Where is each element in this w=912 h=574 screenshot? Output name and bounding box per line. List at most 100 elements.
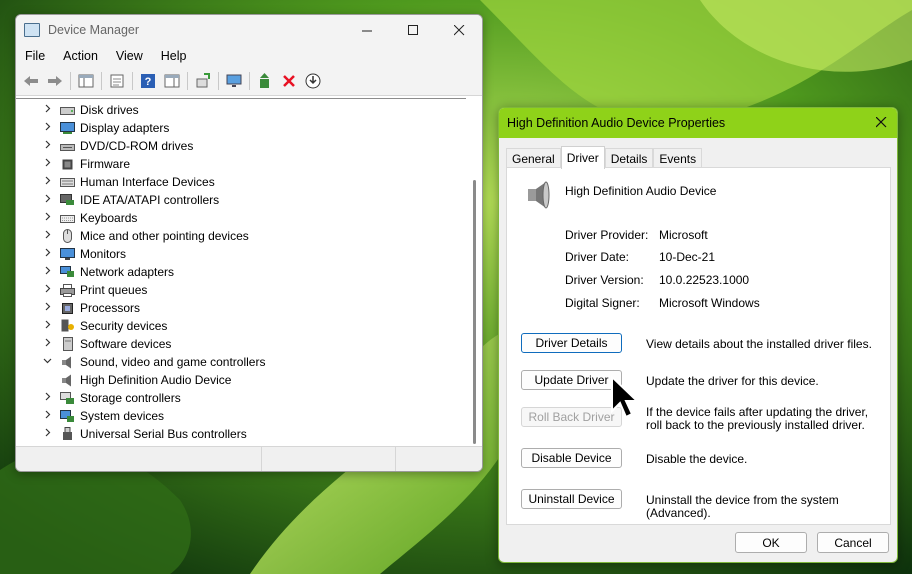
device-label: Network adapters: [80, 265, 175, 279]
device-label: Sound, video and game controllers: [80, 355, 266, 369]
vertical-scrollbar[interactable]: [466, 98, 482, 446]
maximize-icon[interactable]: [390, 15, 436, 45]
device-category[interactable]: Keyboards: [16, 209, 466, 227]
update-driver-icon[interactable]: [255, 71, 275, 91]
dialog-close-icon[interactable]: [875, 115, 887, 132]
device-category[interactable]: Human Interface Devices: [16, 173, 466, 191]
device-category[interactable]: Firmware: [16, 155, 466, 173]
chevron-right-icon[interactable]: [38, 104, 56, 116]
cancel-button[interactable]: Cancel: [817, 532, 889, 553]
roll-back-driver-button[interactable]: Roll Back Driver: [521, 407, 622, 427]
tab-general[interactable]: General: [506, 148, 561, 169]
chevron-right-icon[interactable]: [38, 230, 56, 242]
driver-details-description: View details about the installed driver …: [646, 337, 872, 351]
device-category[interactable]: Processors: [16, 299, 466, 317]
device-item[interactable]: High Definition Audio Device: [16, 371, 466, 389]
driver-details-button[interactable]: Driver Details: [521, 333, 622, 353]
chevron-right-icon[interactable]: [38, 248, 56, 260]
chevron-right-icon[interactable]: [38, 266, 56, 278]
device-category[interactable]: IDE ATA/ATAPI controllers: [16, 191, 466, 209]
display-adapter-icon: [60, 122, 75, 134]
delete-icon[interactable]: [279, 71, 299, 91]
device-label: Display adapters: [80, 121, 170, 135]
toolbar: ?: [16, 67, 482, 96]
status-bar: [16, 446, 482, 471]
device-category[interactable]: Software devices: [16, 335, 466, 353]
scrollbar-thumb[interactable]: [473, 180, 476, 444]
tab-driver[interactable]: Driver: [560, 146, 605, 169]
chevron-right-icon[interactable]: [38, 428, 56, 440]
properties-icon[interactable]: [107, 71, 127, 91]
system-device-icon: [60, 409, 75, 422]
device-label: Universal Serial Bus controllers: [80, 427, 247, 441]
roll-back-driver-description: If the device fails after updating the d…: [646, 405, 869, 432]
device-category[interactable]: DVD/CD-ROM drives: [16, 137, 466, 155]
device-label: Security devices: [80, 319, 168, 333]
chevron-right-icon[interactable]: [38, 194, 56, 206]
download-icon[interactable]: [303, 71, 323, 91]
chevron-right-icon[interactable]: [38, 338, 56, 350]
disable-device-button[interactable]: Disable Device: [521, 448, 622, 468]
firmware-icon: [60, 158, 75, 170]
driver-version-value: 10.0.22523.1000: [659, 273, 750, 287]
chevron-right-icon[interactable]: [38, 284, 56, 296]
dialog-title: High Definition Audio Device Properties: [507, 116, 726, 130]
device-label: Software devices: [80, 337, 172, 351]
menu-view[interactable]: View: [107, 49, 152, 63]
printer-icon: [60, 283, 75, 297]
uninstall-device-description: Uninstall the device from the system (Ad…: [646, 493, 839, 520]
action-pane-icon[interactable]: [162, 71, 182, 91]
software-device-icon: [60, 337, 75, 351]
dialog-titlebar[interactable]: High Definition Audio Device Properties: [499, 108, 897, 138]
device-category[interactable]: Mice and other pointing devices: [16, 227, 466, 245]
menu-help[interactable]: Help: [152, 49, 196, 63]
device-category[interactable]: Sound, video and game controllers: [16, 353, 466, 371]
chevron-right-icon[interactable]: [38, 302, 56, 314]
device-category[interactable]: Universal Serial Bus controllers: [16, 425, 466, 443]
device-category[interactable]: Print queues: [16, 281, 466, 299]
chevron-right-icon[interactable]: [38, 212, 56, 224]
update-driver-description: Update the driver for this device.: [646, 374, 819, 388]
scan-hardware-changes-icon[interactable]: [193, 71, 213, 91]
device-tree: Disk drives Display adapters DVD/CD-ROM dr…: [16, 98, 466, 447]
show-hide-console-tree-icon[interactable]: [76, 71, 96, 91]
chevron-down-icon[interactable]: [38, 356, 56, 368]
chevron-right-icon[interactable]: [38, 176, 56, 188]
chevron-right-icon[interactable]: [38, 122, 56, 134]
chevron-right-icon[interactable]: [38, 410, 56, 422]
help-icon[interactable]: ?: [138, 71, 158, 91]
chevron-right-icon[interactable]: [38, 392, 56, 404]
device-category[interactable]: Display adapters: [16, 119, 466, 137]
close-icon[interactable]: [436, 15, 482, 45]
device-category[interactable]: Disk drives: [16, 101, 466, 119]
device-manager-app-icon: [24, 23, 40, 37]
chevron-right-icon[interactable]: [38, 140, 56, 152]
device-manager-titlebar[interactable]: Device Manager: [16, 15, 482, 45]
minimize-icon[interactable]: [344, 15, 390, 45]
device-category[interactable]: Storage controllers: [16, 389, 466, 407]
device-category[interactable]: Network adapters: [16, 263, 466, 281]
ide-controller-icon: [60, 194, 75, 206]
forward-arrow-icon[interactable]: [45, 71, 65, 91]
chevron-right-icon[interactable]: [38, 158, 56, 170]
back-arrow-icon[interactable]: [21, 71, 41, 91]
device-label: Print queues: [80, 283, 148, 297]
device-category[interactable]: Security devices: [16, 317, 466, 335]
device-label: Firmware: [80, 157, 130, 171]
menu-action[interactable]: Action: [54, 49, 107, 63]
update-driver-button[interactable]: Update Driver: [521, 370, 622, 390]
uninstall-device-button[interactable]: Uninstall Device: [521, 489, 622, 509]
device-label: High Definition Audio Device: [80, 373, 232, 387]
tab-details[interactable]: Details: [604, 148, 654, 169]
device-category[interactable]: System devices: [16, 407, 466, 425]
device-label: DVD/CD-ROM drives: [80, 139, 194, 153]
menu-file[interactable]: File: [16, 49, 54, 63]
ok-button[interactable]: OK: [735, 532, 807, 553]
speaker-icon: [60, 356, 75, 368]
chevron-right-icon[interactable]: [38, 320, 56, 332]
menu-bar: File Action View Help: [16, 45, 482, 67]
device-label: IDE ATA/ATAPI controllers: [80, 193, 220, 207]
device-category[interactable]: Monitors: [16, 245, 466, 263]
computer-monitor-icon[interactable]: [224, 71, 244, 91]
tab-events[interactable]: Events: [653, 148, 703, 169]
